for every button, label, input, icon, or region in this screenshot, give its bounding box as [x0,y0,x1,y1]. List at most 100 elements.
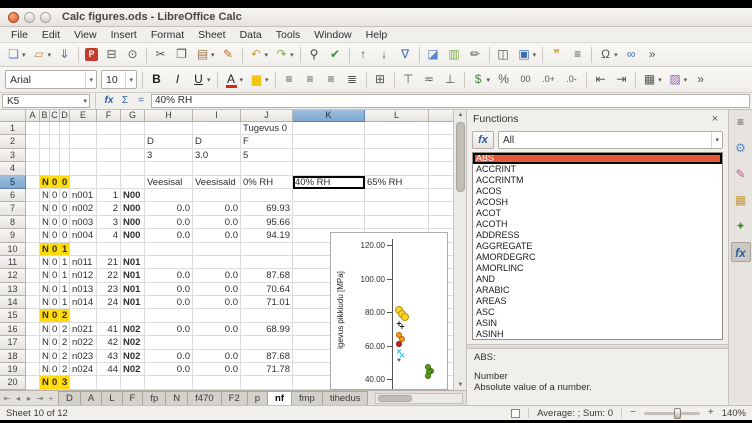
column-header-B[interactable]: B [40,110,50,122]
currency-button[interactable]: $▾ [469,70,493,90]
cell-G10[interactable] [121,243,145,256]
cell-A20[interactable] [26,376,40,389]
align-right-button[interactable]: ≡ [322,70,341,90]
cell-A7[interactable] [26,202,40,215]
column-header-K[interactable]: K [293,110,365,122]
cell-K7[interactable] [293,202,365,215]
function-acot[interactable]: ACOT [473,208,722,219]
insert-chart-button[interactable]: ▥ [445,45,464,65]
cell-C5[interactable]: 0 [50,176,60,189]
cell-A10[interactable] [26,243,40,256]
cell-H20[interactable] [145,376,193,389]
cell-L1[interactable] [365,122,429,135]
function-wizard-button[interactable]: fx [101,94,117,108]
cell-J20[interactable] [241,376,293,389]
cell-K4[interactable] [293,162,365,175]
row-header-4[interactable]: 4 [0,162,26,175]
cell-H7[interactable]: 0.0 [145,202,193,215]
cell-A13[interactable] [26,283,40,296]
split-window-button[interactable]: ◫ [494,45,513,65]
sheet-tab-p[interactable]: p [247,391,268,405]
cell-D13[interactable]: 1 [60,283,70,296]
cell-B4[interactable] [40,162,50,175]
export-pdf-button[interactable]: P [83,45,100,65]
cell-I6[interactable] [193,189,241,202]
cell-G3[interactable] [121,149,145,162]
cell-K3[interactable] [293,149,365,162]
cell-C17[interactable]: 0 [50,336,60,349]
number-format-button[interactable]: 00 [515,70,536,90]
cell-D1[interactable] [60,122,70,135]
add-decimal-button[interactable]: .0+ [538,70,559,90]
cell-I13[interactable]: 0.0 [193,283,241,296]
row-header-10[interactable]: 10 [0,243,26,256]
undo-button[interactable]: ↶▾ [247,45,271,65]
cell-J6[interactable] [241,189,293,202]
cell-C10[interactable]: 0 [50,243,60,256]
cell-A6[interactable] [26,189,40,202]
cell-G19[interactable]: N02 [121,363,145,376]
cell-G6[interactable]: N00 [121,189,145,202]
cell-I4[interactable] [193,162,241,175]
cell-K6[interactable] [293,189,365,202]
cell-G20[interactable] [121,376,145,389]
cell-G2[interactable] [121,135,145,148]
cell-B5[interactable]: N [40,176,50,189]
row-header-19[interactable]: 19 [0,363,26,376]
row-header-12[interactable]: 12 [0,269,26,282]
cell-G13[interactable]: N01 [121,283,145,296]
cell-J14[interactable]: 71.01 [241,296,293,309]
cell-E1[interactable] [70,122,97,135]
cell-I10[interactable] [193,243,241,256]
decrease-indent-button[interactable]: ⇤ [591,70,610,90]
print-button[interactable]: ⊟ [102,45,121,65]
cell-H10[interactable] [145,243,193,256]
cell-D11[interactable]: 1 [60,256,70,269]
column-header-I[interactable]: I [193,110,241,122]
cell-L3[interactable] [365,149,429,162]
cell-E10[interactable] [70,243,97,256]
cell-C9[interactable]: 0 [50,229,60,242]
cell-H5[interactable]: Veesisal [145,176,193,189]
function-accrint[interactable]: ACCRINT [473,164,722,175]
save-button[interactable]: ⇓ [55,45,74,65]
cell-E15[interactable] [70,309,97,322]
sheet-tab-L[interactable]: L [101,391,122,405]
cell-D4[interactable] [60,162,70,175]
cell-G17[interactable]: N02 [121,336,145,349]
cell-G4[interactable] [121,162,145,175]
cell-H4[interactable] [145,162,193,175]
font-color-button[interactable]: A▾ [222,70,246,90]
cell-J16[interactable]: 68.99 [241,323,293,336]
sheet-tab-nf[interactable]: nf [267,391,292,405]
sidebar-tab-properties[interactable]: ⚙ [731,138,751,158]
cell-D7[interactable]: 0 [60,202,70,215]
cell-G1[interactable] [121,122,145,135]
selection-mode-icon[interactable] [511,409,520,418]
name-box[interactable]: K5 ▾ [2,94,90,108]
row-header-20[interactable]: 20 [0,376,26,389]
cell-E3[interactable] [70,149,97,162]
font-size-dropdown-icon[interactable]: ▾ [125,71,136,88]
cell-H15[interactable] [145,309,193,322]
align-center-button[interactable]: ≡ [301,70,320,90]
sum-button[interactable]: Σ [117,94,133,108]
cell-L7[interactable] [365,202,429,215]
cell-B11[interactable]: N [40,256,50,269]
cell-C13[interactable]: 0 [50,283,60,296]
cell-G14[interactable]: N01 [121,296,145,309]
cell-D14[interactable]: 1 [60,296,70,309]
cell-D12[interactable]: 1 [60,269,70,282]
toolbar-overflow-button[interactable]: » [643,45,662,65]
sidebar-tab-sidebar-settings[interactable]: ≡ [731,112,751,132]
menu-sheet[interactable]: Sheet [191,28,232,42]
sort-ascending-button[interactable]: ↑ [354,45,373,65]
function-asinh[interactable]: ASINH [473,329,722,340]
cell-D16[interactable]: 2 [60,323,70,336]
cell-I18[interactable]: 0.0 [193,350,241,363]
cell-F6[interactable]: 1 [97,189,121,202]
next-sheet-button[interactable]: ▸ [24,394,34,403]
cell-C8[interactable]: 0 [50,216,60,229]
cell-A4[interactable] [26,162,40,175]
highlight-color-button[interactable]: ▆▾ [247,70,271,90]
